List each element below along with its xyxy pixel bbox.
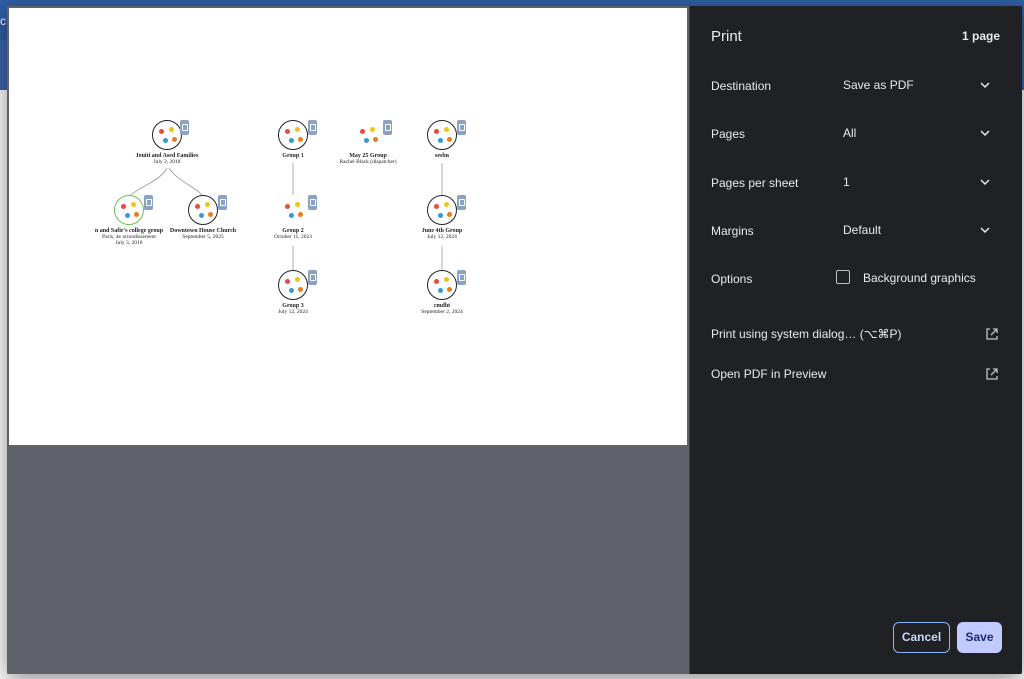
pages-label: Pages — [711, 127, 746, 141]
node-detail: July 3, 2018 — [115, 240, 143, 246]
node-badge-icon — [308, 270, 317, 285]
background-text-fragment: c — [0, 14, 6, 28]
node-badge-icon — [308, 195, 317, 210]
preview-page: Jouiti and Ased Families July 2, 2018 n … — [9, 8, 687, 445]
chevron-down-icon — [980, 179, 990, 186]
page-count: 1 page — [961, 29, 1000, 43]
chevron-down-icon — [980, 130, 990, 137]
cancel-button[interactable]: Cancel — [893, 622, 950, 653]
node-detail: October 11, 2023 — [273, 234, 313, 240]
node-detail: July 12, 2024 — [427, 234, 457, 240]
pages-select[interactable]: All — [835, 118, 1000, 148]
margins-value: Default — [843, 223, 882, 237]
node-badge-icon — [218, 195, 227, 210]
preview-node: Jouiti and Ased Families July 2, 2018 — [107, 120, 227, 165]
preview-node: cmdht September 2, 2024 — [382, 270, 502, 315]
save-button[interactable]: Save — [957, 622, 1002, 653]
node-avatar-icon — [353, 120, 383, 150]
pages-per-sheet-select[interactable]: 1 — [835, 167, 1000, 197]
options-label: Options — [711, 272, 753, 286]
node-avatar-icon — [278, 195, 308, 225]
preview-node: Group 3 July 12, 2024 — [233, 270, 353, 315]
node-avatar-icon — [427, 195, 457, 225]
preview-node: Group 2 October 11, 2023 — [233, 195, 353, 240]
node-avatar-icon — [427, 120, 457, 150]
node-detail: Rachel Black (dispatcher) — [339, 159, 397, 165]
destination-value: Save as PDF — [843, 78, 914, 92]
node-detail: July 12, 2024 — [278, 309, 308, 315]
node-badge-icon — [457, 195, 466, 210]
node-detail: July 2, 2018 — [153, 159, 181, 165]
node-detail: September 2, 2024 — [421, 309, 463, 315]
background-graphics-checkbox[interactable] — [836, 270, 850, 284]
node-name: sesbn — [434, 153, 449, 159]
system-dialog-link[interactable]: Print using system dialog… (⌥⌘P) — [711, 327, 902, 341]
margins-select[interactable]: Default — [835, 215, 1000, 245]
chevron-down-icon — [980, 82, 990, 89]
pages-per-sheet-value: 1 — [843, 175, 850, 189]
connector-line — [168, 167, 205, 199]
open-pdf-link[interactable]: Open PDF in Preview — [711, 367, 826, 381]
pages-value: All — [843, 126, 857, 140]
connector-line — [128, 167, 168, 199]
open-external-icon[interactable] — [985, 367, 999, 381]
node-avatar-icon — [427, 270, 457, 300]
pages-per-sheet-label: Pages per sheet — [711, 176, 799, 190]
destination-select[interactable]: Save as PDF — [835, 70, 1000, 100]
destination-label: Destination — [711, 79, 772, 93]
node-badge-icon — [180, 120, 189, 135]
panel-title: Print — [711, 28, 742, 45]
preview-node: June 4th Group July 12, 2024 — [382, 195, 502, 240]
print-settings-panel: Print 1 page Destination Save as PDF Pag… — [689, 6, 1022, 674]
node-avatar-icon — [152, 120, 182, 150]
margins-label: Margins — [711, 224, 754, 238]
node-badge-icon — [457, 120, 466, 135]
node-avatar-icon — [114, 195, 144, 225]
background-graphics-label[interactable]: Background graphics — [863, 271, 976, 285]
preview-node: sesbn — [382, 120, 502, 159]
open-external-icon[interactable] — [985, 327, 999, 341]
node-avatar-icon — [278, 270, 308, 300]
chevron-down-icon — [980, 227, 990, 234]
node-badge-icon — [457, 270, 466, 285]
node-avatar-icon — [188, 195, 218, 225]
node-avatar-icon — [278, 120, 308, 150]
print-dialog: Jouiti and Ased Families July 2, 2018 n … — [7, 6, 1022, 674]
print-preview-area[interactable]: Jouiti and Ased Families July 2, 2018 n … — [7, 6, 689, 674]
